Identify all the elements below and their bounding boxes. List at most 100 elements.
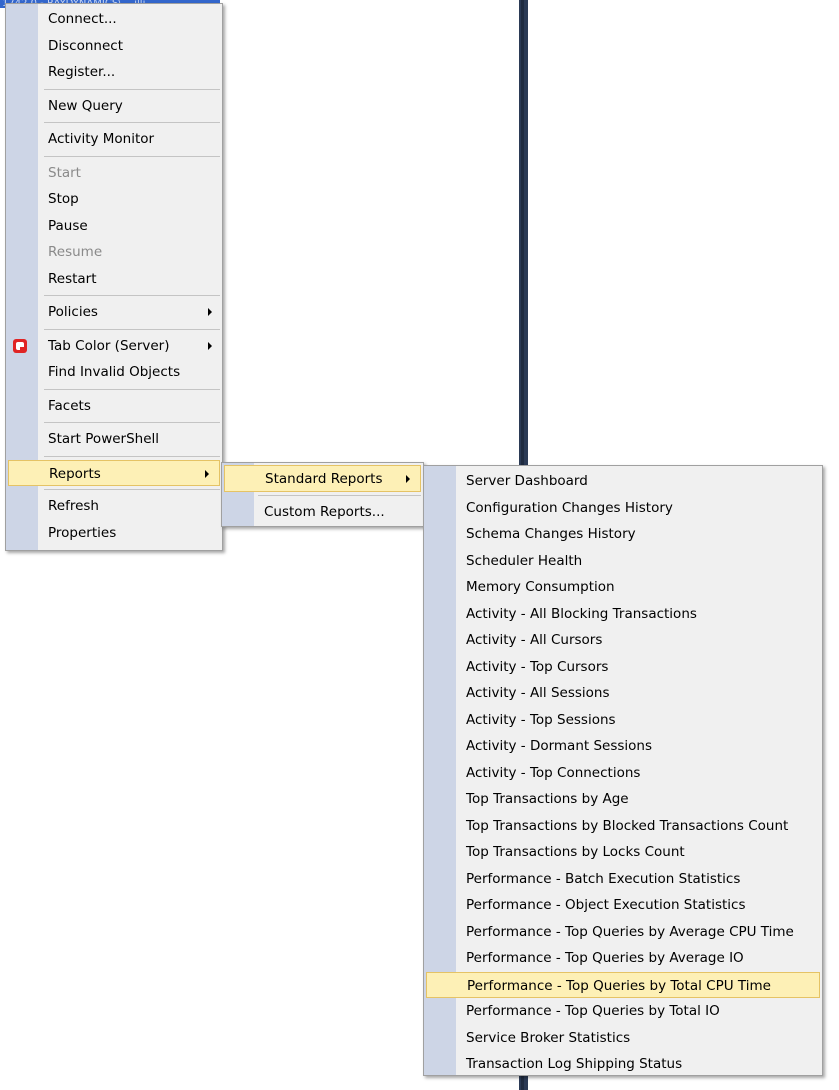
server-context-menu: Connect... Disconnect Register... New Qu… xyxy=(5,3,223,551)
ssms-window: 1742.0 - RAYDYNAMICS\... illi... Connect… xyxy=(0,0,839,1090)
menu-item-label: Stop xyxy=(48,191,79,207)
menu-item-facets[interactable]: Facets xyxy=(6,393,222,420)
menu-item-label: Schema Changes History xyxy=(466,526,636,542)
menu-item-label: Top Transactions by Age xyxy=(466,791,629,807)
report-item[interactable]: Configuration Changes History xyxy=(424,495,822,522)
menu-item-standard-reports[interactable]: Standard Reports xyxy=(224,465,421,492)
menu-item-label: Performance - Top Queries by Average IO xyxy=(466,950,744,966)
menu-item-label: Facets xyxy=(48,397,91,414)
menu-separator xyxy=(6,326,222,333)
menu-separator xyxy=(6,419,222,426)
report-item[interactable]: Activity - Top Connections xyxy=(424,760,822,787)
report-item[interactable]: Activity - All Cursors xyxy=(424,627,822,654)
menu-item-label: Resume xyxy=(48,244,103,260)
report-item[interactable]: Top Transactions by Age xyxy=(424,786,822,813)
menu-item-pause[interactable]: Pause xyxy=(6,213,222,240)
report-item[interactable]: Performance - Top Queries by Average IO xyxy=(424,945,822,972)
menu-item-label: Performance - Top Queries by Total CPU T… xyxy=(467,977,771,994)
menu-item-label: Find Invalid Objects xyxy=(48,364,181,380)
menu-item-label: Top Transactions by Blocked Transactions… xyxy=(466,817,789,834)
tab-color-icon xyxy=(13,338,27,353)
menu-item-label: Performance - Batch Execution Statistics xyxy=(466,870,741,887)
standard-reports-list: Server Dashboard Configuration Changes Hi… xyxy=(424,468,822,1078)
submenu-arrow-icon xyxy=(208,341,212,350)
reports-submenu: Standard Reports Custom Reports... xyxy=(221,462,424,527)
menu-item-label: Server Dashboard xyxy=(466,473,588,489)
menu-item-label: Activity - Dormant Sessions xyxy=(466,738,653,754)
menu-item-label: Start xyxy=(48,164,81,181)
menu-item-label: Service Broker Statistics xyxy=(466,1029,631,1046)
menu-item-label: Pause xyxy=(48,217,88,234)
menu-item-label: Connect... xyxy=(48,11,117,27)
report-item[interactable]: Performance - Top Queries by Total IO xyxy=(424,998,822,1025)
menu-item-restart[interactable]: Restart xyxy=(6,266,222,293)
menu-item-label: Memory Consumption xyxy=(466,579,615,595)
report-item[interactable]: Activity - Top Sessions xyxy=(424,707,822,734)
report-item[interactable]: Service Broker Statistics xyxy=(424,1025,822,1052)
report-item[interactable]: Activity - Top Cursors xyxy=(424,654,822,681)
report-item[interactable]: Performance - Object Execution Statistic… xyxy=(424,892,822,919)
submenu-arrow-icon xyxy=(406,475,410,483)
menu-item-find-invalid-objects[interactable]: Find Invalid Objects xyxy=(6,359,222,386)
report-item[interactable]: Memory Consumption xyxy=(424,574,822,601)
report-item[interactable]: Performance - Top Queries by Average CPU… xyxy=(424,919,822,946)
menu-item-label: Performance - Top Queries by Average CPU… xyxy=(466,923,794,940)
menu-item-label: Activity - All Sessions xyxy=(466,685,610,701)
menu-separator xyxy=(6,386,222,393)
menu-separator xyxy=(6,453,222,460)
menu-item-label: Performance - Top Queries by Total IO xyxy=(466,1003,720,1019)
menu-item-label: Performance - Object Execution Statistic… xyxy=(466,897,746,913)
menu-item-reports[interactable]: Reports xyxy=(8,459,220,486)
menu-item-label: Restart xyxy=(48,270,97,287)
menu-item-new-query[interactable]: New Query xyxy=(6,93,222,120)
report-item[interactable]: Transaction Log Shipping Status xyxy=(424,1051,822,1078)
report-item[interactable]: Activity - Dormant Sessions xyxy=(424,733,822,760)
report-item[interactable]: Scheduler Health xyxy=(424,548,822,575)
menu-separator xyxy=(222,492,423,499)
menu-item-refresh[interactable]: Refresh xyxy=(6,493,222,520)
standard-reports-submenu: Server Dashboard Configuration Changes Hi… xyxy=(423,465,823,1076)
report-item[interactable]: Activity - All Blocking Transactions xyxy=(424,601,822,628)
menu-item-label: Disconnect xyxy=(48,37,123,54)
menu-item-label: Reports xyxy=(49,465,101,482)
menu-item-label: Standard Reports xyxy=(265,471,383,487)
menu-item-label: Activity - All Cursors xyxy=(466,632,603,648)
menu-item-label: Policies xyxy=(48,304,98,320)
menu-item-label: Refresh xyxy=(48,498,99,514)
menu-item-label: Tab Color (Server) xyxy=(48,337,170,354)
menu-item-activity-monitor[interactable]: Activity Monitor xyxy=(6,126,222,153)
report-item[interactable]: Top Transactions by Blocked Transactions… xyxy=(424,813,822,840)
report-item[interactable]: Top Transactions by Locks Count xyxy=(424,839,822,866)
menu-item-label: Transaction Log Shipping Status xyxy=(466,1056,683,1072)
menu-item-tab-color[interactable]: Tab Color (Server) xyxy=(6,333,222,360)
menu-item-label: Activity - Top Cursors xyxy=(466,658,609,675)
report-item[interactable]: Schema Changes History xyxy=(424,521,822,548)
menu-separator xyxy=(6,119,222,126)
menu-item-label: Activity - All Blocking Transactions xyxy=(466,605,697,622)
menu-item-label: Activity - Top Sessions xyxy=(466,711,616,728)
menu-item-stop[interactable]: Stop xyxy=(6,186,222,213)
menu-separator xyxy=(6,153,222,160)
menu-separator xyxy=(6,292,222,299)
submenu-arrow-icon xyxy=(208,308,212,316)
menu-item-start-powershell[interactable]: Start PowerShell xyxy=(6,426,222,453)
menu-item-label: New Query xyxy=(48,97,123,114)
menu-item-label: Activity Monitor xyxy=(48,131,155,147)
report-item[interactable]: Server Dashboard xyxy=(424,468,822,495)
menu-item-label: Activity - Top Connections xyxy=(466,764,641,781)
menu-item-resume: Resume xyxy=(6,239,222,266)
menu-item-connect[interactable]: Connect... xyxy=(6,6,222,33)
report-item[interactable]: Activity - All Sessions xyxy=(424,680,822,707)
menu-item-label: Start PowerShell xyxy=(48,431,160,447)
menu-item-register[interactable]: Register... xyxy=(6,59,222,86)
menu-item-properties[interactable]: Properties xyxy=(6,520,222,547)
menu-item-custom-reports[interactable]: Custom Reports... xyxy=(222,499,423,526)
menu-item-label: Scheduler Health xyxy=(466,552,583,569)
menu-separator xyxy=(6,86,222,93)
menu-separator xyxy=(6,486,222,493)
menu-item-disconnect[interactable]: Disconnect xyxy=(6,33,222,60)
report-item[interactable]: Performance - Batch Execution Statistics xyxy=(424,866,822,893)
menu-item-label: Custom Reports... xyxy=(264,503,385,520)
report-item[interactable]: Performance - Top Queries by Total CPU T… xyxy=(426,971,820,998)
menu-item-policies[interactable]: Policies xyxy=(6,299,222,326)
